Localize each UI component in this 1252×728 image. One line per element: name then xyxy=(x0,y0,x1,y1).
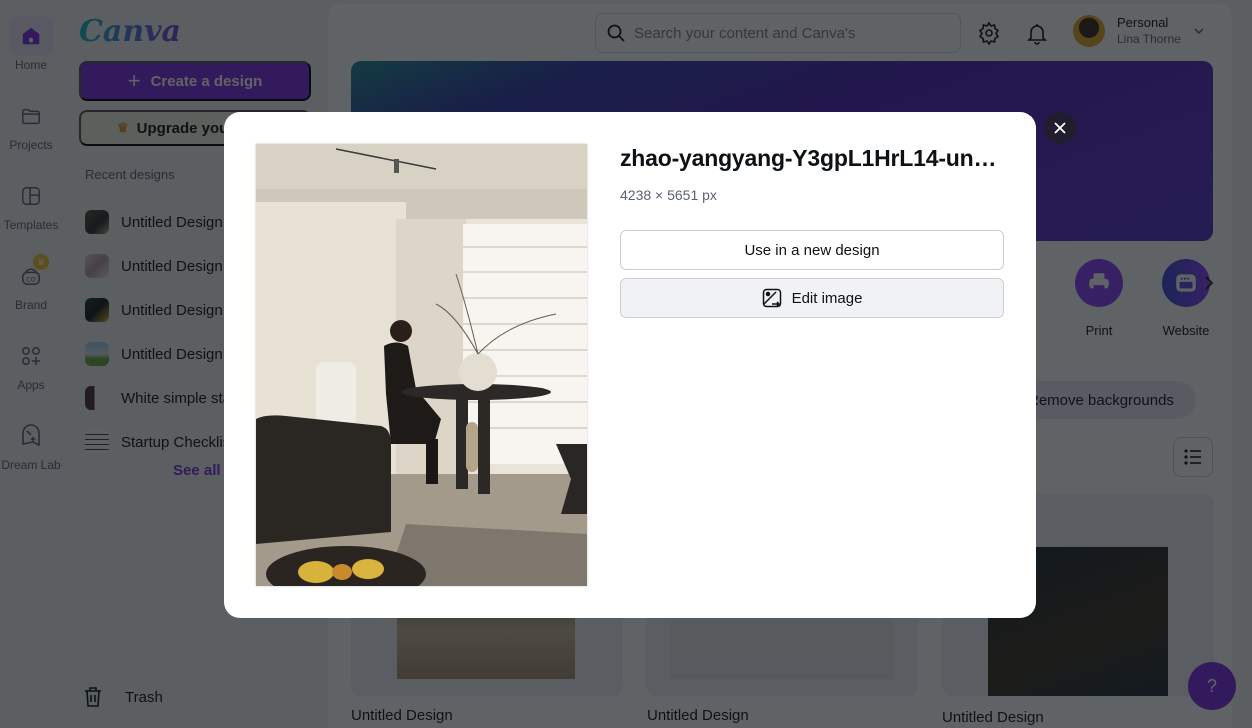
edit-image-label: Edit image xyxy=(791,289,863,307)
close-modal-button[interactable] xyxy=(1044,112,1076,144)
edit-image-icon xyxy=(762,288,781,308)
image-dimensions: 4238 × 5651 px xyxy=(620,187,717,203)
use-in-new-design-button[interactable]: Use in a new design xyxy=(620,230,1004,270)
image-preview-modal: zhao-yangyang-Y3gpL1HrL14-unsplash 4238 … xyxy=(224,112,1036,618)
edit-image-button[interactable]: Edit image xyxy=(620,278,1004,318)
image-preview xyxy=(256,144,587,586)
close-icon xyxy=(1054,122,1066,134)
use-in-new-design-label: Use in a new design xyxy=(744,241,880,259)
image-title: zhao-yangyang-Y3gpL1HrL14-unsplash xyxy=(620,145,1005,171)
